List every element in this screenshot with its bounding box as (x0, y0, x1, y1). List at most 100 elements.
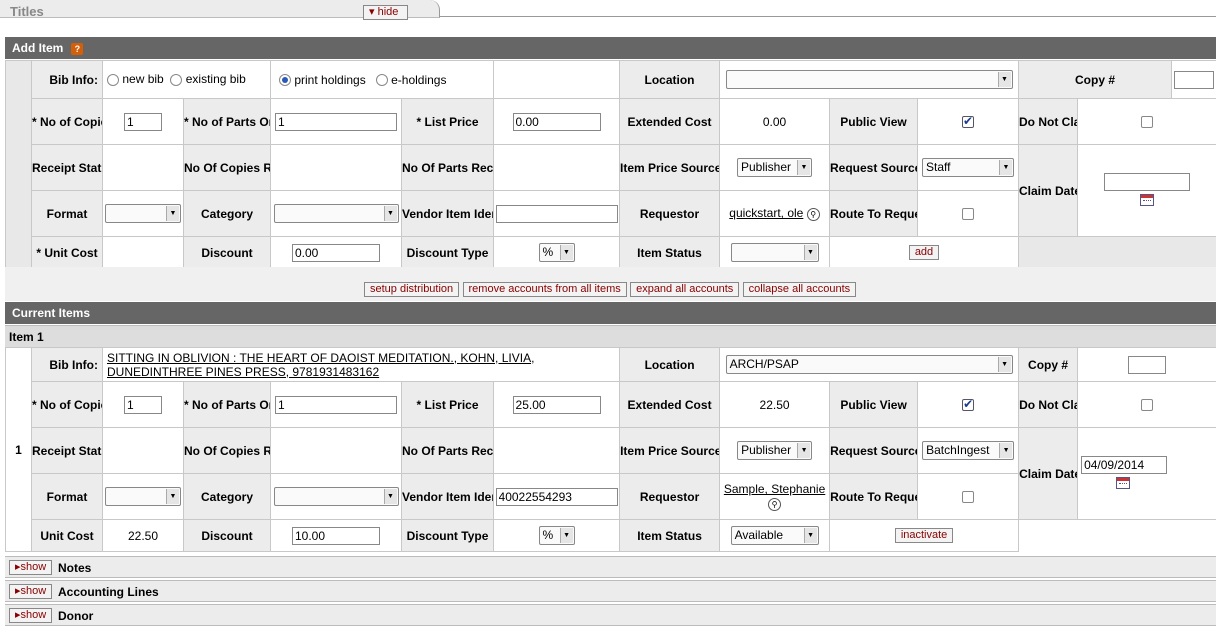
existing-bib-label: existing bib (185, 72, 246, 86)
request-source-cell: BatchIngest ▼ (917, 427, 1020, 474)
calendar-icon[interactable] (1116, 476, 1131, 489)
discount-type-label: Discount Type (401, 236, 494, 269)
no-parts-ordered-input[interactable] (275, 395, 397, 414)
item-status-select[interactable]: ▼ (730, 243, 819, 262)
vendor-item-id-input[interactable] (495, 204, 618, 223)
no-parts-ordered-cell (270, 381, 402, 428)
unit-cost-label: * Unit Cost (31, 236, 103, 269)
inactivate-button[interactable]: inactivate (894, 528, 954, 544)
copy-input[interactable] (1128, 355, 1167, 374)
existing-bib-radio[interactable] (170, 73, 183, 86)
accounting-lines-show-button[interactable]: ▸show (9, 584, 53, 599)
category-label: Category (183, 190, 271, 237)
action-buttons: setup distribution remove accounts from … (364, 282, 857, 298)
chevron-down-icon: ▼ (997, 72, 1011, 87)
public-view-checkbox[interactable] (962, 114, 974, 129)
item-status-select[interactable]: Available ▼ (730, 526, 819, 545)
claim-date-input[interactable] (1104, 172, 1190, 191)
format-cell: ▼ (102, 473, 184, 520)
setup-distribution-button[interactable]: setup distribution (364, 282, 460, 298)
item-status-label: Item Status (619, 519, 721, 552)
category-select[interactable]: ▼ (273, 204, 399, 223)
requestor-link[interactable]: Sample, Stephanie (724, 482, 825, 496)
location-select[interactable]: ▼ (725, 70, 1013, 89)
no-copies-ordered-input[interactable] (124, 112, 162, 131)
add-item-header: Add Item? (5, 37, 1216, 59)
public-view-label: Public View (829, 381, 919, 428)
expand-accounts-button[interactable]: expand all accounts (630, 282, 740, 298)
add-cell: add (829, 236, 1019, 269)
vendor-item-id-cell (493, 190, 620, 237)
list-price-input[interactable] (512, 112, 601, 131)
item-price-source-select[interactable]: Publisher ▼ (737, 158, 812, 177)
public-view-cell (917, 381, 1020, 428)
print-holdings-radio[interactable] (279, 74, 291, 87)
format-cell: ▼ (102, 190, 184, 237)
chevron-down-icon: ▼ (559, 245, 573, 260)
request-source-select[interactable]: BatchIngest ▼ (922, 441, 1015, 460)
donor-section: ▸show Donor (5, 604, 1216, 626)
discount-input[interactable] (292, 243, 380, 262)
list-price-input[interactable] (512, 395, 601, 414)
claim-date-label: Claim Date (1018, 144, 1078, 237)
notes-show-button[interactable]: ▸show (9, 560, 53, 575)
format-select[interactable]: ▼ (105, 487, 181, 506)
search-icon[interactable]: ⚲ (768, 497, 782, 511)
format-select[interactable]: ▼ (105, 204, 181, 223)
no-copies-ordered-label: * No of Copies Ordered (31, 381, 103, 428)
calendar-icon[interactable] (1140, 193, 1154, 206)
route-to-requestor-checkbox[interactable] (962, 208, 974, 221)
do-not-claim-checkbox[interactable] (1141, 399, 1154, 412)
e-holdings-label: e-holdings (391, 72, 447, 87)
do-not-claim-checkbox[interactable] (1141, 116, 1153, 129)
no-copies-ordered-input[interactable] (124, 395, 162, 414)
e-holdings-radio[interactable] (375, 74, 388, 87)
chevron-down-icon: ▼ (999, 160, 1012, 175)
discount-type-select[interactable]: % ▼ (538, 243, 575, 262)
item-row-number: 1 (5, 347, 32, 552)
add-item-table: Bib Info: new bib existing bib print hol… (5, 60, 1216, 269)
public-view-checkbox[interactable] (962, 397, 975, 412)
chevron-down-icon: ▼ (166, 489, 179, 504)
requestor-label: Requestor (619, 473, 721, 520)
copy-label: Copy # (1017, 60, 1173, 99)
no-parts-ordered-input[interactable] (275, 112, 397, 131)
location-label: Location (619, 60, 720, 99)
bib-info-link[interactable]: SITTING IN OBLIVION : THE HEART OF DAOIS… (107, 351, 534, 379)
help-icon[interactable]: ? (71, 42, 84, 55)
category-label: Category (183, 473, 271, 520)
no-copies-received-value (270, 144, 402, 191)
filler (1018, 519, 1216, 552)
discount-label: Discount (183, 519, 271, 552)
request-source-cell: Staff ▼ (917, 144, 1019, 191)
vendor-item-id-input[interactable] (495, 487, 618, 506)
discount-type-select[interactable]: % ▼ (538, 526, 575, 545)
hide-button[interactable]: ▾ hide (363, 5, 408, 20)
item-price-source-select[interactable]: Publisher ▼ (737, 441, 813, 460)
search-icon[interactable]: ⚲ (806, 207, 820, 221)
extended-cost-label: Extended Cost (619, 98, 720, 145)
route-to-requestor-checkbox[interactable] (962, 491, 975, 504)
collapse-accounts-button[interactable]: collapse all accounts (742, 282, 857, 298)
request-source-select[interactable]: Staff ▼ (922, 158, 1014, 177)
category-select[interactable]: ▼ (273, 487, 399, 506)
new-bib-radio[interactable] (107, 73, 119, 86)
no-parts-received-value (492, 427, 621, 474)
discount-input[interactable] (292, 526, 380, 545)
donor-show-button[interactable]: ▸show (9, 608, 53, 623)
add-button[interactable]: add (908, 245, 940, 261)
bib-info-cell: SITTING IN OBLIVION : THE HEART OF DAOIS… (101, 347, 621, 382)
location-select[interactable]: ARCH/PSAP ▼ (725, 355, 1013, 374)
public-view-cell (917, 98, 1019, 145)
chevron-down-icon: ▼ (797, 443, 811, 458)
add-item-title: Add Item (12, 41, 64, 55)
requestor-link[interactable]: quickstart, ole (729, 206, 803, 220)
notes-section: ▸show Notes (5, 556, 1216, 578)
claim-date-cell (1077, 427, 1216, 520)
copy-input[interactable] (1174, 70, 1215, 89)
claim-date-input[interactable] (1081, 455, 1168, 474)
discount-cell (270, 519, 402, 552)
do-not-claim-cell (1076, 98, 1216, 145)
remove-accounts-button[interactable]: remove accounts from all items (462, 282, 627, 298)
unit-cost-label: Unit Cost (31, 519, 103, 552)
